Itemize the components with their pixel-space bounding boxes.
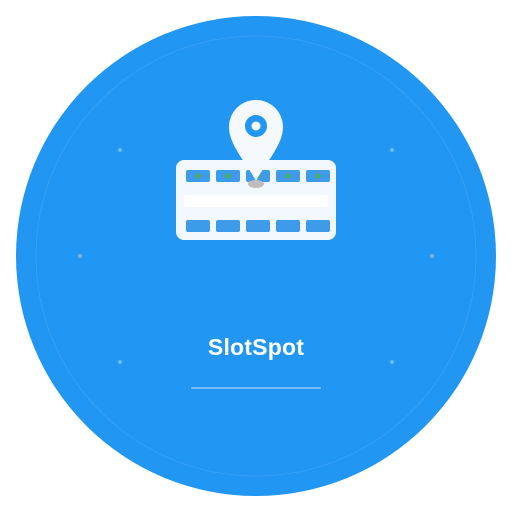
background-circle [16,16,496,496]
pin-shadow [248,180,264,188]
app-logo: SlotSpot [0,0,512,512]
bottom-slots [186,220,330,232]
logo-graphic [16,16,496,496]
app-name: SlotSpot [207,334,305,360]
